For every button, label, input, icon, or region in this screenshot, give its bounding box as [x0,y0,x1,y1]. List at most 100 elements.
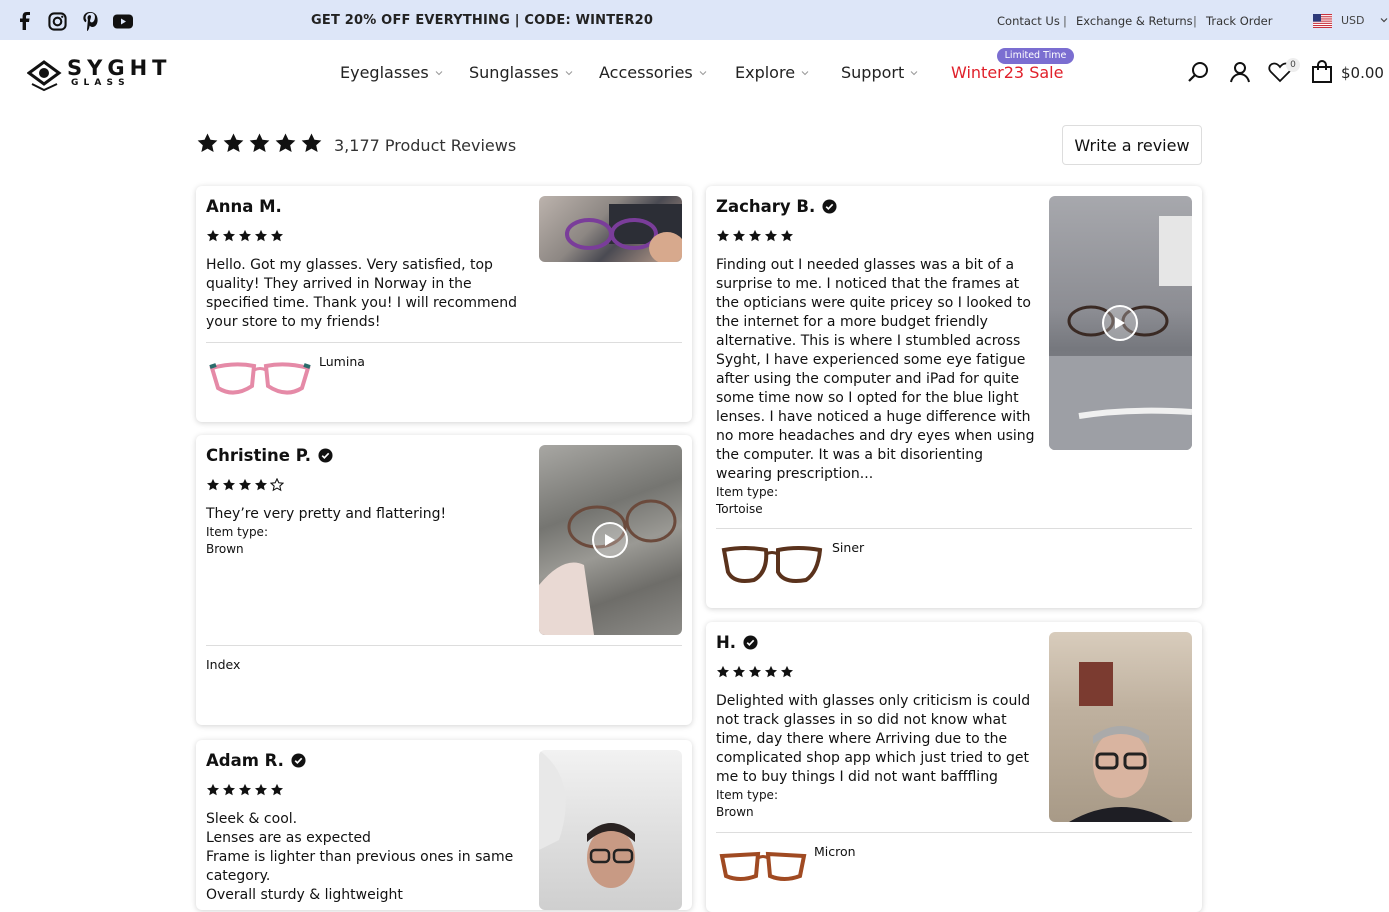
review-video[interactable] [539,445,682,635]
review-line: Frame is lighter than previous ones in s… [206,849,514,884]
product-name[interactable]: Siner [832,540,864,555]
person-photo-icon [539,750,635,888]
limited-time-badge: Limited Time [997,48,1074,64]
nav-sunglasses[interactable]: Sunglasses [469,63,573,82]
review-card: Zachary B. Finding out I needed glasses … [706,186,1202,608]
us-flag-icon[interactable] [1313,14,1332,28]
review-line: Overall sturdy & lightweight [206,887,403,903]
chevron-down-icon [801,70,809,75]
review-text: Sleek & cool. Lenses are as expected Fra… [206,810,524,905]
divider [716,528,1192,529]
nav-label: Accessories [599,63,693,82]
reviewer-name-text: Anna M. [206,197,282,216]
review-card: Adam R. Sleek & cool. Lenses are as expe… [196,740,692,910]
review-stars [206,783,284,797]
nav-eyeglasses[interactable]: Eyeglasses [340,63,443,82]
glasses-photo-icon [565,204,682,262]
star-filled-icon [716,229,730,242]
review-video[interactable] [1049,196,1192,450]
star-filled-icon [748,229,762,242]
review-card: Anna M. Hello. Got my glasses. Very sati… [196,186,692,422]
product-name[interactable]: Lumina [319,354,365,369]
product-name[interactable]: Micron [814,844,856,859]
star-filled-icon [222,229,236,242]
star-filled-icon [222,783,236,796]
star-filled-icon [238,229,252,242]
reviewer-name: Adam R. [206,751,306,770]
review-card: Christine P. They’re very pretty and fla… [196,435,692,725]
star-empty-icon [270,478,284,492]
reviewer-name-text: H. [716,633,737,652]
cart-bag-icon[interactable] [1310,60,1334,84]
facebook-icon[interactable] [14,11,34,31]
youtube-icon[interactable] [113,11,133,31]
chevron-down-icon[interactable] [1380,16,1388,24]
star-filled-icon [254,783,268,796]
announcement-bar: GET 20% OFF EVERYTHING | CODE: WINTER20 … [0,0,1389,40]
star-filled-icon [249,133,270,153]
exchange-returns-link[interactable]: Exchange & Returns [1076,14,1193,28]
star-filled-icon [764,665,778,678]
product-name[interactable]: Index [206,657,240,672]
item-type-label: Item type: [716,788,778,802]
nav-explore[interactable]: Explore [735,63,809,82]
review-photo[interactable] [539,750,682,910]
item-type-label: Item type: [716,485,778,499]
review-line: Lenses are as expected [206,830,371,846]
star-filled-icon [732,229,746,242]
review-text: They’re very pretty and flattering! [206,506,447,522]
nav-winter-sale[interactable]: Winter23 Sale [951,63,1063,82]
pinterest-icon[interactable] [80,11,100,31]
review-text: Delighted with glasses only criticism is… [716,693,1031,785]
separator: | [1063,14,1067,28]
play-button[interactable] [592,522,628,558]
play-icon [605,534,615,546]
review-line: Sleek & cool. [206,811,298,827]
review-stars [206,478,284,492]
star-filled-icon [764,229,778,242]
reviewer-name-text: Christine P. [206,446,312,465]
verified-check-icon [822,199,837,214]
wishlist-count: 0 [1286,58,1300,72]
write-review-button[interactable]: Write a review [1062,125,1202,165]
divider [206,342,682,343]
account-icon[interactable] [1228,60,1252,84]
star-filled-icon [254,229,268,242]
review-photo[interactable] [539,196,682,262]
reviewer-name-text: Adam R. [206,751,284,770]
currency-selector[interactable]: USD [1341,14,1365,27]
syght-logo[interactable]: SYGHT G L A S S [26,54,175,92]
star-filled-icon [238,478,252,491]
product-thumbnail-icon[interactable] [718,846,808,886]
contact-us-link[interactable]: Contact Us [997,14,1060,28]
star-filled-icon [732,665,746,678]
nav-support[interactable]: Support [841,63,918,82]
star-filled-icon [748,665,762,678]
star-filled-icon [275,133,296,153]
instagram-icon[interactable] [47,11,67,31]
review-stars [716,229,794,243]
reviewer-name-text: Zachary B. [716,197,816,216]
chevron-down-icon [435,70,443,75]
item-type-value: Brown [206,542,244,556]
star-filled-icon [716,665,730,678]
nav-label: Sunglasses [469,63,559,82]
review-count: 3,177 Product Reviews [334,136,517,155]
nav-accessories[interactable]: Accessories [599,63,707,82]
divider [716,832,1192,833]
search-icon[interactable] [1187,60,1211,84]
person-photo-icon [1069,662,1173,822]
item-type-value: Tortoise [716,502,763,516]
review-text: Hello. Got my glasses. Very satisfied, t… [206,257,518,330]
product-thumbnail-icon[interactable] [208,356,312,400]
product-thumbnail-icon[interactable] [720,542,824,586]
star-filled-icon [238,783,252,796]
review-stars [716,665,794,679]
play-button[interactable] [1102,305,1138,341]
cart-total[interactable]: $0.00 [1341,64,1384,82]
review-photo[interactable] [1049,632,1192,822]
summary-rating-stars [196,132,323,155]
track-order-link[interactable]: Track Order [1206,14,1272,28]
star-filled-icon [206,229,220,242]
nav-label: Support [841,63,905,82]
